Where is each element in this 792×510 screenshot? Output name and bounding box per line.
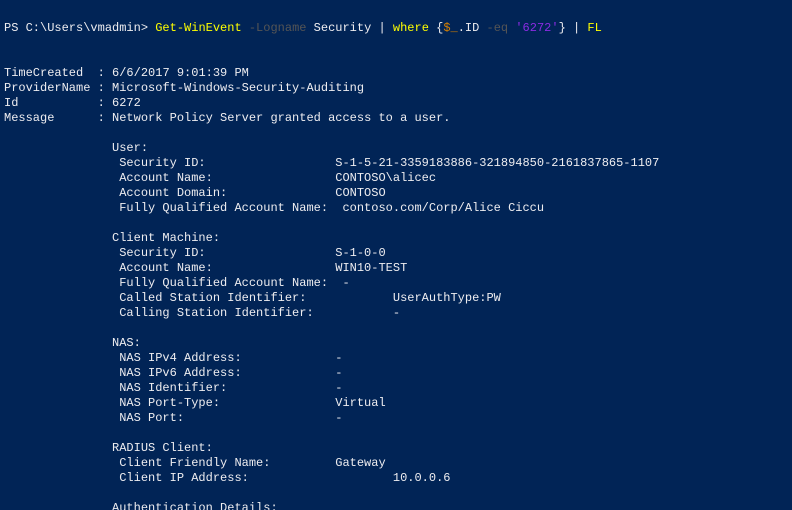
pipe-2: | [573,21,587,35]
brace-close: } [559,21,573,35]
radius-ip: Client IP Address: 10.0.0.6 [4,471,450,485]
token-dollar-underscore: $_ [443,21,457,35]
section-user-heading: User: [4,141,148,155]
nas-ipv4: NAS IPv4 Address: - [4,351,342,365]
arg-security: Security [314,21,379,35]
prompt: PS C:\Users\vmadmin> [4,21,155,35]
section-auth-heading: Authentication Details: [4,501,278,510]
nas-port-type: NAS Port-Type: Virtual [4,396,386,410]
cmdlet-fl: FL [587,21,601,35]
client-calling-sid: Calling Station Identifier: - [4,306,400,320]
nas-port: NAS Port: - [4,411,342,425]
user-account-domain: Account Domain: CONTOSO [4,186,386,200]
token-dot-id: .ID [458,21,480,35]
user-account-name: Account Name: CONTOSO\alicec [4,171,436,185]
radius-friendly-name: Client Friendly Name: Gateway [4,456,386,470]
client-account-name: Account Name: WIN10-TEST [4,261,407,275]
powershell-terminal[interactable]: PS C:\Users\vmadmin> Get-WinEvent -Logna… [0,0,792,510]
client-fq-name: Fully Qualified Account Name: - [4,276,350,290]
pipe-1: | [378,21,392,35]
section-radius-heading: RADIUS Client: [4,441,213,455]
user-security-id: Security ID: S-1-5-21-3359183886-3218948… [4,156,659,170]
output-block: TimeCreated : 6/6/2017 9:01:39 PM Provid… [4,66,792,510]
literal-6272: '6272' [515,21,558,35]
field-id: Id : 6272 [4,96,141,110]
client-called-sid: Called Station Identifier: UserAuthType:… [4,291,501,305]
field-timecreated: TimeCreated : 6/6/2017 9:01:39 PM [4,66,249,80]
cmdlet-get-winevent: Get-WinEvent [155,21,241,35]
user-fq-name: Fully Qualified Account Name: contoso.co… [4,201,544,215]
nas-identifier: NAS Identifier: - [4,381,342,395]
prompt-line: PS C:\Users\vmadmin> Get-WinEvent -Logna… [4,21,602,35]
client-security-id: Security ID: S-1-0-0 [4,246,386,260]
param-logname: -Logname [242,21,314,35]
section-client-heading: Client Machine: [4,231,220,245]
operator-eq: -eq [479,21,515,35]
field-message: Message : Network Policy Server granted … [4,111,451,125]
nas-ipv6: NAS IPv6 Address: - [4,366,342,380]
field-providername: ProviderName : Microsoft-Windows-Securit… [4,81,364,95]
cmdlet-where: where [393,21,436,35]
section-nas-heading: NAS: [4,336,141,350]
